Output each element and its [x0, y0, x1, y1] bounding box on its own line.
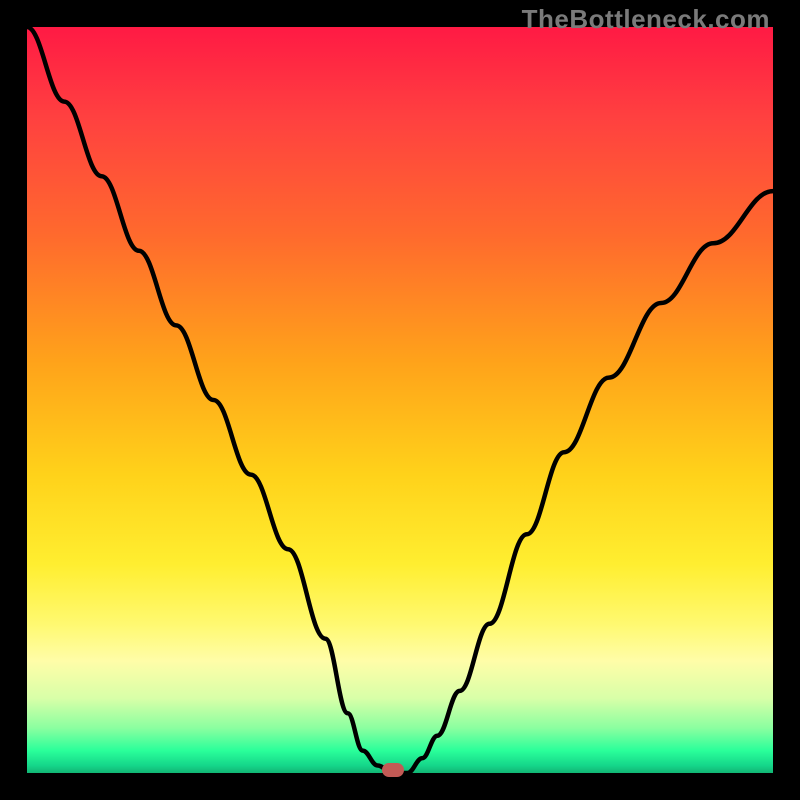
bottleneck-curve	[27, 27, 773, 773]
curve-path	[27, 27, 773, 773]
chart-frame: TheBottleneck.com	[0, 0, 800, 800]
watermark-text: TheBottleneck.com	[522, 4, 770, 35]
plot-area	[27, 27, 773, 773]
minimum-marker	[382, 763, 404, 777]
